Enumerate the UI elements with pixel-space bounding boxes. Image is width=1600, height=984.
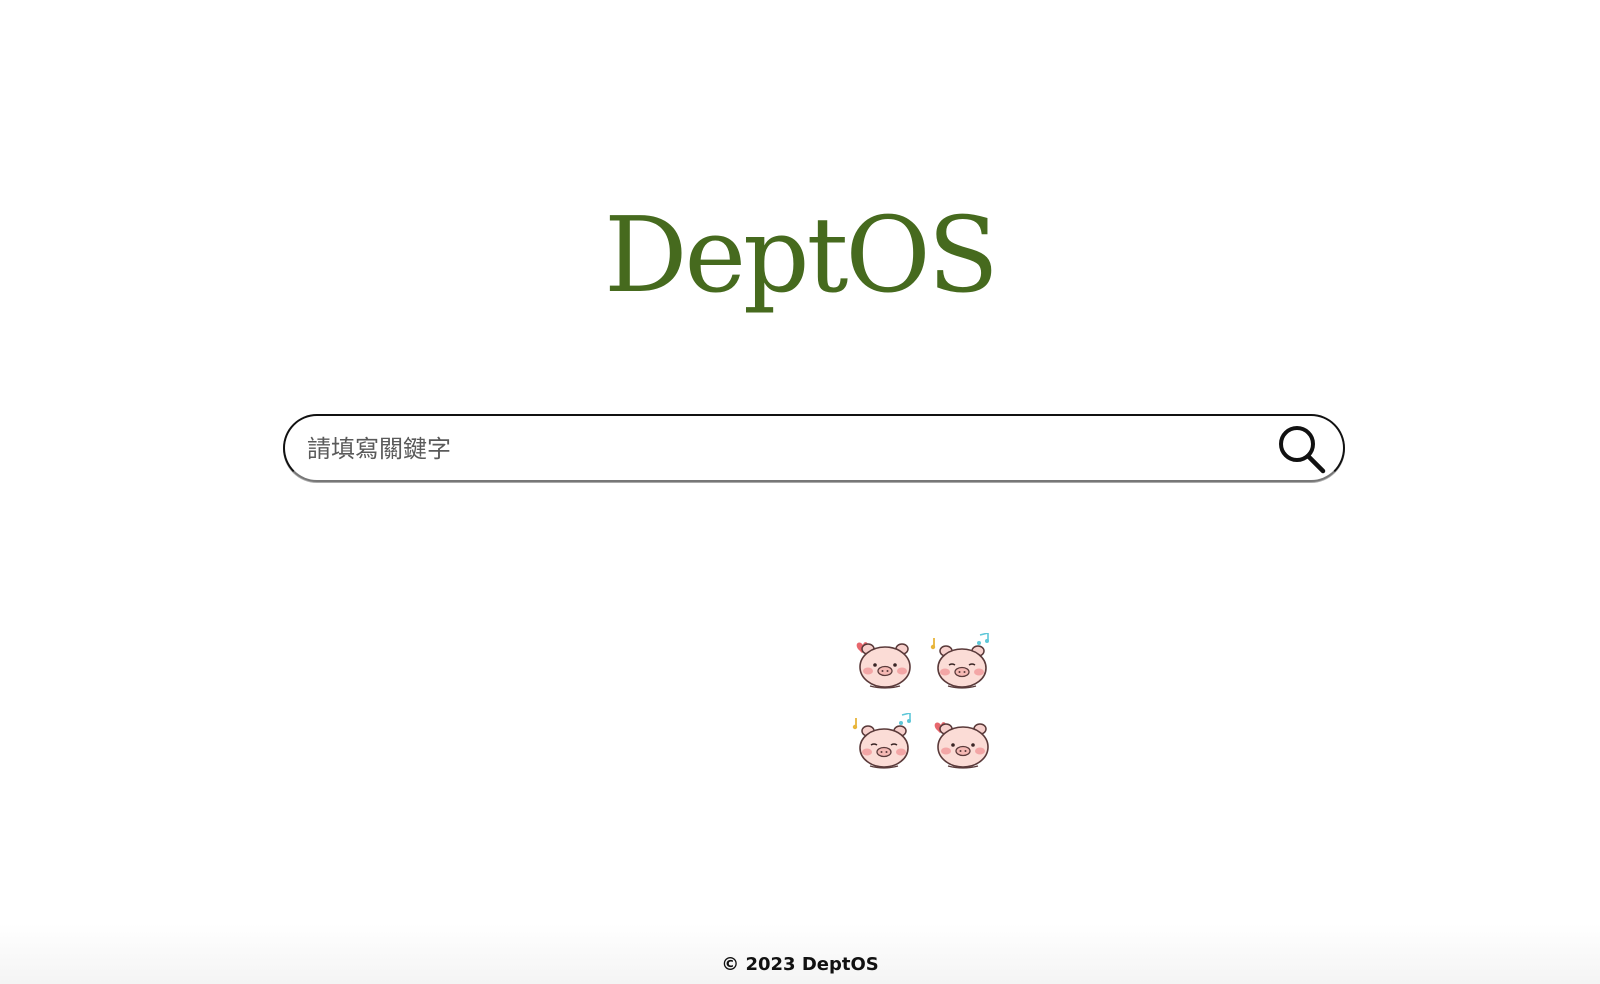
pig-heart-sticker	[856, 642, 911, 689]
footer: © 2023 DeptOS	[0, 924, 1600, 984]
pig-heart-sticker	[934, 722, 989, 769]
pig-music-sticker	[930, 633, 989, 689]
search-input[interactable]	[305, 422, 1229, 476]
search-icon	[1279, 426, 1326, 474]
pig-music-sticker	[852, 713, 911, 769]
site-logo: DeptOS	[604, 194, 999, 316]
copyright-text: © 2023 DeptOS	[721, 954, 879, 975]
sticker-grid	[852, 633, 1002, 783]
search-button[interactable]	[1273, 422, 1329, 476]
search-bar	[283, 414, 1345, 482]
